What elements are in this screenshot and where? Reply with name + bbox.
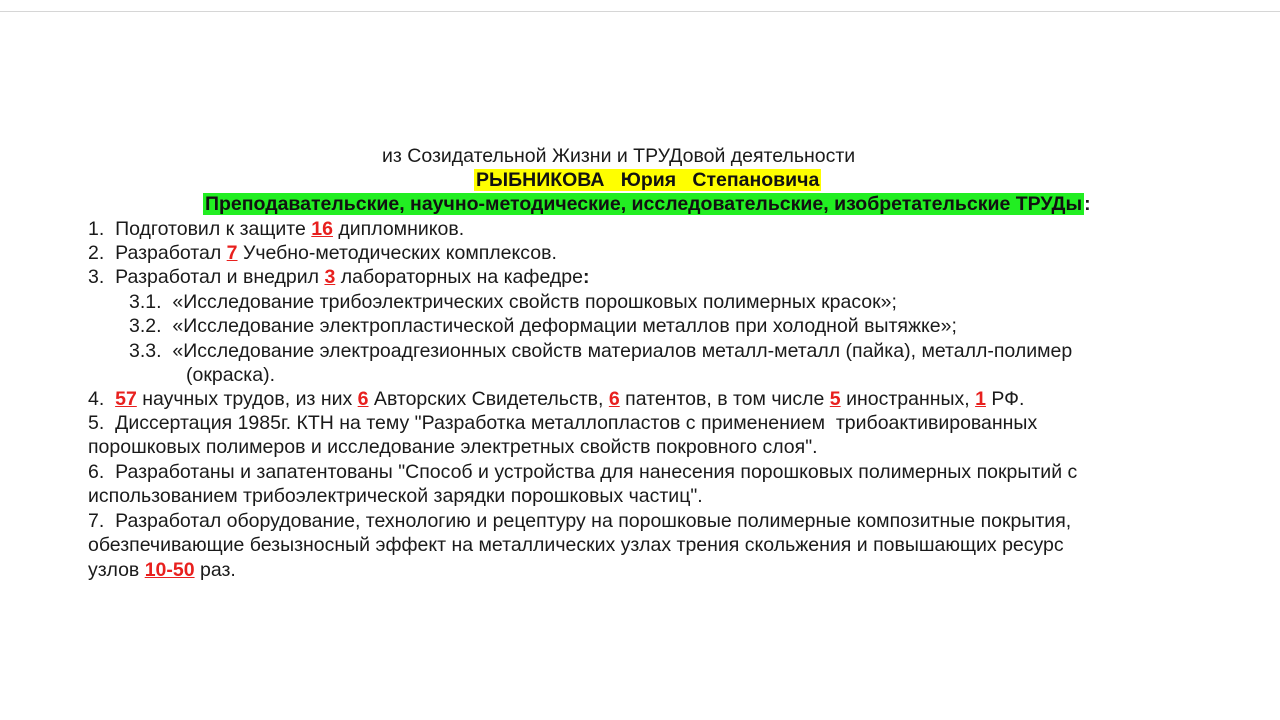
item-text: дипломников.: [332, 218, 465, 240]
list-item-6-continued: использованием трибоэлектрической зарядк…: [88, 485, 703, 507]
list-number: 1.: [88, 218, 105, 240]
document-page: из Созидательной Жизни и ТРУДовой деятел…: [0, 0, 1280, 720]
item-text: РФ.: [985, 388, 1025, 410]
highlight-number: 6: [608, 388, 620, 410]
sub-item-3-1: 3.1. «Исследование трибоэлектрических св…: [129, 290, 897, 314]
list-number: 2.: [88, 242, 105, 264]
item-text: узлов: [88, 559, 145, 581]
list-item-5: 5. Диссертация 1985г. КТН на тему "Разра…: [88, 411, 1037, 435]
highlight-number: 7: [226, 242, 238, 264]
item-text: научных трудов, из них: [136, 388, 358, 410]
list-number: 5.: [88, 412, 105, 434]
list-item-6: 6. Разработаны и запатентованы "Способ и…: [88, 460, 1077, 484]
item-text: иностранных,: [840, 388, 976, 410]
item-text: раз.: [194, 559, 236, 581]
list-item-1: 1. Подготовил к защите 16 дипломников.: [88, 217, 464, 241]
item-text: «Исследование электропластической деформ…: [172, 315, 957, 337]
sub-item-3-3: 3.3. «Исследование электроадгезионных св…: [129, 339, 1072, 363]
highlight-number: 10-50: [144, 559, 195, 581]
list-item-5-continued: порошковых полимеров и исследование элек…: [88, 436, 818, 458]
item-text: «Исследование трибоэлектрических свойств…: [172, 291, 897, 313]
list-item-7: 7. Разработал оборудование, технологию и…: [88, 509, 1071, 533]
list-number: 3.1.: [129, 291, 162, 313]
item-text: Подготовил к защите: [115, 218, 312, 240]
item-text: «Исследование электроадгезионных свойств…: [172, 340, 1073, 362]
highlight-number: 6: [357, 388, 369, 410]
person-name: РЫБНИКОВА Юрия Степановича: [474, 168, 822, 192]
highlight-number: 57: [115, 388, 137, 410]
list-number: 7.: [88, 510, 105, 532]
list-item-4: 4. 57 научных трудов, из них 6 Авторских…: [88, 387, 1024, 411]
list-item-2: 2. Разработал 7 Учебно-методических комп…: [88, 241, 557, 265]
item-text: Авторских Свидетельств,: [368, 388, 609, 410]
list-number: 3.: [88, 266, 105, 288]
highlight-number: 1: [975, 388, 986, 410]
highlight-number: 16: [311, 218, 333, 240]
list-item-3: 3. Разработал и внедрил 3 лабораторных н…: [88, 265, 589, 289]
item-text: патентов, в том числе: [619, 388, 830, 410]
person-name-highlight: РЫБНИКОВА Юрия Степановича: [474, 169, 822, 191]
list-number: 3.3.: [129, 340, 162, 362]
item-text: Учебно-методических комплексов.: [237, 242, 557, 264]
sub-item-3-2: 3.2. «Исследование электропластической д…: [129, 314, 957, 338]
item-colon: :: [582, 266, 590, 288]
list-number: 6.: [88, 461, 105, 483]
subtitle-colon: :: [1084, 193, 1091, 215]
list-item-7-continued: обезпечивающие безызносный эффект на мет…: [88, 534, 1064, 556]
sub-item-3-3-continued: (окраска).: [186, 364, 276, 386]
heading-intro: из Созидательной Жизни и ТРУДовой деятел…: [382, 145, 856, 167]
item-text: лабораторных на кафедре: [335, 266, 583, 288]
item-text: Диссертация 1985г. КТН на тему "Разработ…: [115, 412, 1038, 434]
item-text: Разработал оборудование, технологию и ре…: [115, 510, 1072, 532]
list-item-7-last-line: узлов 10-50 раз.: [88, 558, 236, 582]
item-text: Разработал: [115, 242, 227, 264]
highlight-number: 3: [324, 266, 336, 288]
highlight-number: 5: [829, 388, 841, 410]
item-text: Разработал и внедрил: [115, 266, 325, 288]
subtitle-highlight: Преподавательские, научно-методические, …: [203, 193, 1085, 215]
subtitle: Преподавательские, научно-методические, …: [203, 192, 1091, 216]
list-number: 3.2.: [129, 315, 162, 337]
item-text: Разработаны и запатентованы "Способ и ус…: [115, 461, 1078, 483]
list-number: 4.: [88, 388, 105, 410]
